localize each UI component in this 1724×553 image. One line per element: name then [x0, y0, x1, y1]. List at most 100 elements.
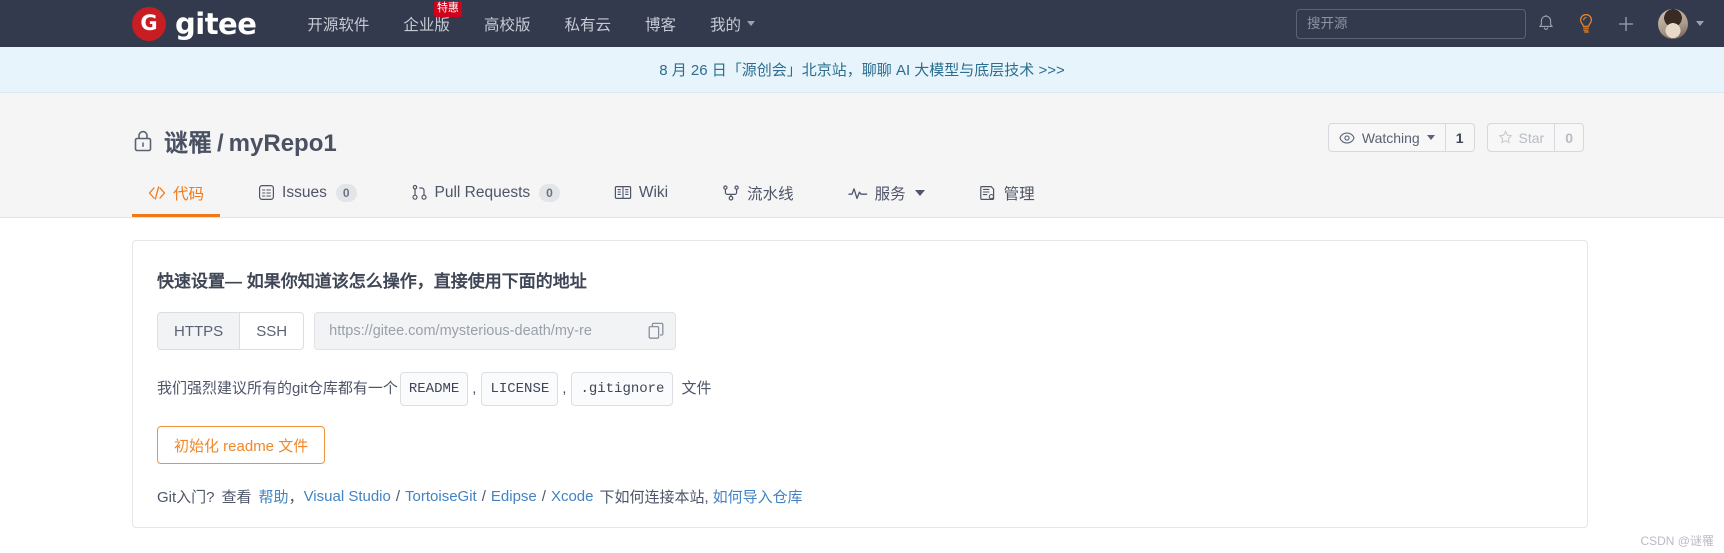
tab-wiki[interactable]: Wiki [598, 171, 684, 217]
tab-label: 管理 [1003, 185, 1035, 203]
connect-text: 下如何连接本站, [599, 489, 709, 506]
advice-suffix: 文件 [681, 380, 712, 397]
init-readme-button[interactable]: 初始化 readme 文件 [157, 426, 326, 464]
view-label: 查看 [221, 489, 252, 506]
license-tag[interactable]: LICENSE [481, 372, 559, 406]
main-content: 快速设置— 如果你知道该怎么操作，直接使用下面的地址 HTTPS SSH htt… [0, 218, 1724, 528]
notifications-button[interactable] [1526, 0, 1566, 47]
book-icon [614, 185, 632, 200]
create-new-button[interactable] [1606, 0, 1646, 47]
search-input[interactable] [1296, 8, 1526, 39]
tab-manage[interactable]: 管理 [963, 171, 1051, 217]
readme-tag[interactable]: README [399, 372, 469, 406]
repo-separator: / [217, 129, 224, 157]
advice-comma-1: , [472, 380, 477, 397]
tab-label: 服务 [874, 185, 906, 203]
plus-icon [1619, 16, 1633, 31]
watch-count[interactable]: 1 [1445, 123, 1475, 152]
repository-header: 谜罹 / myRepo1 Watching 1 Star 0 代码 Issues… [0, 93, 1724, 218]
quick-setup-card: 快速设置— 如果你知道该怎么操作，直接使用下面的地址 HTTPS SSH htt… [132, 240, 1588, 528]
code-icon [148, 185, 166, 200]
tab-pull-requests[interactable]: Pull Requests 0 [395, 171, 576, 217]
tab-count: 0 [335, 183, 357, 202]
tab-label: Pull Requests [434, 183, 531, 201]
top-header: G gitee 开源软件 企业版 特惠 高校版 私有云 博客 我的 [0, 0, 1724, 47]
advice-prefix: 我们强烈建议所有的git仓库都有一个 [157, 380, 398, 397]
help-comma: ， [288, 489, 304, 506]
chevron-down-icon [747, 21, 755, 26]
copy-icon[interactable] [648, 322, 665, 340]
tab-label: Issues [282, 183, 327, 201]
tab-count: 0 [539, 183, 560, 202]
pipeline-icon [722, 184, 740, 201]
pulse-icon [847, 186, 868, 200]
repo-name[interactable]: myRepo1 [229, 130, 337, 157]
lock-icon [132, 128, 154, 153]
clone-url-field[interactable]: https://gitee.com/mysterious-death/my-re [314, 312, 677, 350]
lightbulb-icon [1579, 13, 1593, 33]
tab-code[interactable]: 代码 [132, 171, 221, 217]
star-button-group: Star 0 [1486, 123, 1584, 152]
repo-files-advice: 我们强烈建议所有的git仓库都有一个 README , LICENSE , .g… [157, 372, 1563, 406]
gitee-logo-text: gitee [175, 6, 257, 41]
chevron-down-icon [1426, 135, 1435, 140]
gitee-logo[interactable]: G gitee [132, 6, 257, 41]
clone-url-row: HTTPS SSH https://gitee.com/mysterious-d… [157, 312, 1563, 350]
watch-button[interactable]: Watching [1327, 123, 1446, 152]
repo-owner[interactable]: 谜罹 [164, 130, 212, 157]
settings-icon [979, 185, 997, 201]
eye-icon [1339, 131, 1355, 144]
protocol-https-button[interactable]: HTTPS [157, 312, 241, 350]
promo-badge: 特惠 [433, 1, 462, 17]
gitignore-tag[interactable]: .gitignore [571, 372, 674, 406]
visual-studio-link[interactable]: Visual Studio [304, 488, 391, 505]
repository-tabs: 代码 Issues 0 Pull Requests 0 Wiki 流水线 服务 … [0, 169, 1724, 217]
issue-icon [258, 184, 275, 201]
tab-label: 流水线 [747, 185, 794, 203]
quick-setup-title: 快速设置— 如果你知道该怎么操作，直接使用下面的地址 [157, 272, 587, 291]
link-separator-1: / [395, 488, 401, 505]
repository-actions: Watching 1 Star 0 [1316, 123, 1584, 152]
nav-item-enterprise[interactable]: 企业版 特惠 [386, 0, 467, 47]
help-link[interactable]: 帮助 [259, 486, 289, 507]
announcement-link[interactable]: 8 月 26 日「源创会」北京站，聊聊 AI 大模型与底层技术 >>> [659, 59, 1065, 80]
git-help-row: Git入门? 查看 帮助 ， Visual Studio / TortoiseG… [157, 486, 1563, 507]
pull-request-icon [411, 184, 428, 201]
link-separator-3: / [541, 488, 546, 505]
link-separator-2: / [481, 488, 486, 505]
avatar-chevron-down-icon[interactable] [1696, 21, 1704, 26]
watch-button-group: Watching 1 [1327, 123, 1475, 152]
nav-item-privatecloud[interactable]: 私有云 [547, 0, 628, 47]
nav-label: 开源软件 [307, 16, 370, 34]
eclipse-link[interactable]: Edipse [491, 488, 537, 505]
nav-label: 博客 [644, 16, 676, 34]
xcode-link[interactable]: Xcode [551, 488, 594, 505]
star-label: Star [1518, 129, 1545, 146]
announcement-banner: 8 月 26 日「源创会」北京站，聊聊 AI 大模型与底层技术 >>> [0, 47, 1724, 93]
nav-item-campus[interactable]: 高校版 [467, 0, 548, 47]
tab-issues[interactable]: Issues 0 [242, 171, 373, 217]
bell-icon [1538, 15, 1554, 30]
star-count[interactable]: 0 [1555, 123, 1584, 152]
protocol-toggle: HTTPS SSH [157, 312, 305, 350]
watermark: CSDN @谜罹 [1640, 534, 1714, 548]
gitee-logo-icon: G [132, 6, 166, 41]
star-icon [1498, 130, 1512, 144]
protocol-ssh-button[interactable]: SSH [240, 312, 305, 350]
nav-label: 我的 [709, 16, 741, 34]
tortoisegit-link[interactable]: TortoiseGit [405, 488, 477, 505]
tab-pipeline[interactable]: 流水线 [706, 171, 810, 217]
tab-label: Wiki [638, 183, 669, 201]
nav-label: 私有云 [564, 16, 611, 34]
chevron-down-icon [914, 189, 925, 196]
tab-services[interactable]: 服务 [832, 171, 941, 217]
nav-item-mine[interactable]: 我的 [693, 0, 772, 47]
star-button[interactable]: Star [1486, 123, 1556, 152]
advice-comma-2: , [562, 380, 567, 397]
nav-item-opensource[interactable]: 开源软件 [290, 0, 386, 47]
main-navigation: 开源软件 企业版 特惠 高校版 私有云 博客 我的 [290, 0, 772, 47]
tips-button[interactable] [1566, 0, 1606, 47]
nav-item-blog[interactable]: 博客 [628, 0, 693, 47]
avatar[interactable] [1658, 8, 1688, 39]
import-repo-link[interactable]: 如何导入仓库 [713, 486, 803, 507]
